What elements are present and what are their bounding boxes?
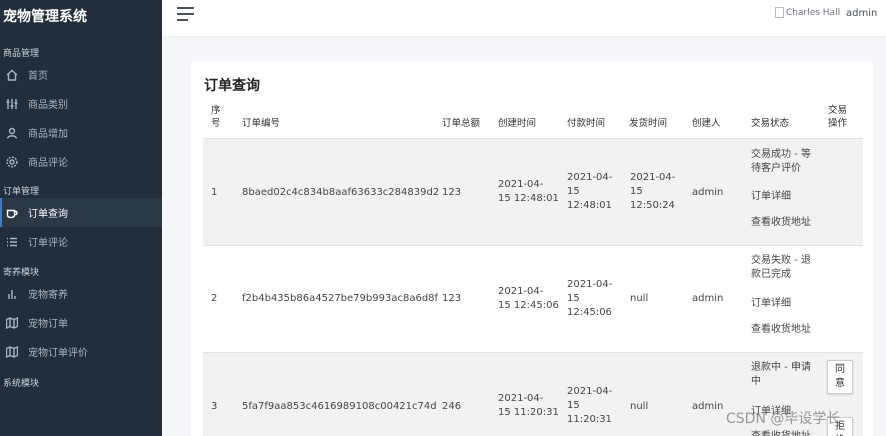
sidebar-item-add-goods[interactable]: 商品增加	[0, 118, 162, 147]
col-header-order-no: 订单编号	[242, 118, 281, 129]
sidebar-item-pet-orders[interactable]: 宠物订单	[0, 308, 162, 337]
sidebar-item-label: 商品增加	[28, 129, 68, 140]
cell-paid: 2021-04- 15 12:48:01	[567, 172, 613, 211]
col-header-op: 交易 操作	[828, 105, 848, 129]
broken-image-icon	[775, 7, 784, 18]
sidebar-item-categories[interactable]: 商品类别	[0, 89, 162, 118]
sidebar-item-label: 订单评论	[28, 238, 68, 249]
cell-shipped: null	[630, 293, 649, 304]
sidebar-section-foster: 寄养模块	[3, 268, 40, 278]
app-title: 宠物管理系统	[3, 9, 87, 25]
sidebar-item-goods-reviews[interactable]: 商品评论	[0, 147, 162, 176]
cell-shipped: 2021-04- 15 12:50:24	[630, 172, 676, 211]
col-header-creator: 创建人	[692, 118, 721, 129]
cell-status: 退款中 - 申请 中	[751, 362, 811, 387]
orders-card: 订单查询 序 号 订单编号 订单总额 创建时间 付款时间 发货时间 创建人 交易…	[191, 62, 873, 436]
sidebar-item-order-query[interactable]: 订单查询	[0, 198, 162, 227]
sidebar-section-system: 系统模块	[3, 379, 40, 389]
avatar[interactable]: Charles Hall	[775, 7, 840, 18]
sidebar-item-label: 宠物寄养	[28, 290, 68, 301]
sidebar-section-goods: 商品管理	[3, 49, 40, 59]
cell-shipped: null	[630, 401, 649, 412]
cell-seq: 2	[211, 293, 218, 304]
list-icon	[6, 236, 18, 248]
cell-total: 123	[442, 293, 462, 304]
col-header-created: 创建时间	[498, 118, 537, 129]
cell-order-no: 5fa7f9aa853c4616989108c00421c74d	[242, 401, 437, 412]
bar-chart-icon	[6, 288, 18, 300]
map-icon	[6, 316, 18, 329]
gear-icon	[6, 155, 18, 168]
col-header-status: 交易状态	[751, 118, 790, 129]
cell-created: 2021-04- 15 11:20:31	[498, 393, 559, 418]
cell-created: 2021-04- 15 12:45:06	[498, 286, 559, 311]
cell-order-no: 8baed02c4c834b8aaf63633c284839d2	[242, 187, 440, 198]
sidebar-item-label: 宠物订单评价	[28, 348, 88, 359]
col-header-paid: 付款时间	[567, 118, 606, 129]
sliders-icon	[6, 98, 18, 110]
cell-creator: admin	[692, 401, 724, 412]
sidebar-section-orders: 订单管理	[3, 187, 40, 197]
sidebar-item-label: 商品类别	[28, 100, 68, 111]
col-header-total: 订单总额	[442, 118, 481, 129]
sidebar-item-home[interactable]: 首页	[0, 60, 162, 89]
cell-creator: admin	[692, 293, 724, 304]
sidebar-item-label: 首页	[28, 71, 48, 82]
cell-paid: 2021-04- 15 11:20:31	[567, 386, 613, 425]
sidebar-item-label: 商品评论	[28, 158, 68, 169]
cell-created: 2021-04- 15 12:48:01	[498, 179, 559, 204]
coffee-icon	[6, 207, 18, 219]
view-address-link[interactable]: 查看收货地址	[751, 320, 811, 335]
cell-status: 交易失败 - 退 款已完成	[751, 255, 811, 280]
avatar-alt-text: Charles Hall	[786, 7, 841, 18]
sidebar-item-pet-order-reviews[interactable]: 宠物订单评价	[0, 337, 162, 366]
cell-seq: 3	[211, 401, 218, 412]
col-header-seq: 序 号	[211, 105, 221, 129]
map-icon	[6, 345, 18, 358]
cell-seq: 1	[211, 187, 218, 198]
order-detail-link[interactable]: 订单详细	[751, 187, 791, 202]
user-menu[interactable]: admin	[846, 8, 877, 19]
sidebar-item-label: 订单查询	[28, 209, 68, 220]
sidebar-item-pet-foster[interactable]: 宠物寄养	[0, 279, 162, 308]
col-header-shipped: 发货时间	[629, 118, 668, 129]
cell-total: 246	[442, 401, 462, 412]
cell-total: 123	[442, 187, 462, 198]
view-address-link[interactable]: 查看收货地址	[751, 213, 811, 228]
sidebar-item-order-reviews[interactable]: 订单评论	[0, 227, 162, 256]
agree-button[interactable]: 同 意	[827, 360, 853, 394]
cell-status: 交易成功 - 等 待客户评价	[751, 149, 811, 174]
watermark: CSDN @毕设学长	[726, 411, 841, 427]
sidebar-item-label: 宠物订单	[28, 319, 68, 330]
home-icon	[6, 69, 18, 81]
user-icon	[6, 127, 18, 139]
topbar: Charles Hall admin	[162, 0, 886, 36]
cell-order-no: f2b4b435b86a4527be79b993ac8a6d8f	[242, 293, 439, 304]
order-detail-link[interactable]: 订单详细	[751, 294, 791, 309]
page-title: 订单查询	[204, 78, 260, 94]
view-address-link[interactable]: 查看收货地址	[751, 427, 811, 436]
cell-creator: admin	[692, 187, 724, 198]
menu-toggle-icon[interactable]	[177, 7, 194, 21]
sidebar: 宠物管理系统 商品管理 首页 商品类别 商品增加 商品评论 订单管理 订单查询 …	[0, 0, 162, 436]
cell-paid: 2021-04- 15 12:45:06	[567, 279, 613, 318]
